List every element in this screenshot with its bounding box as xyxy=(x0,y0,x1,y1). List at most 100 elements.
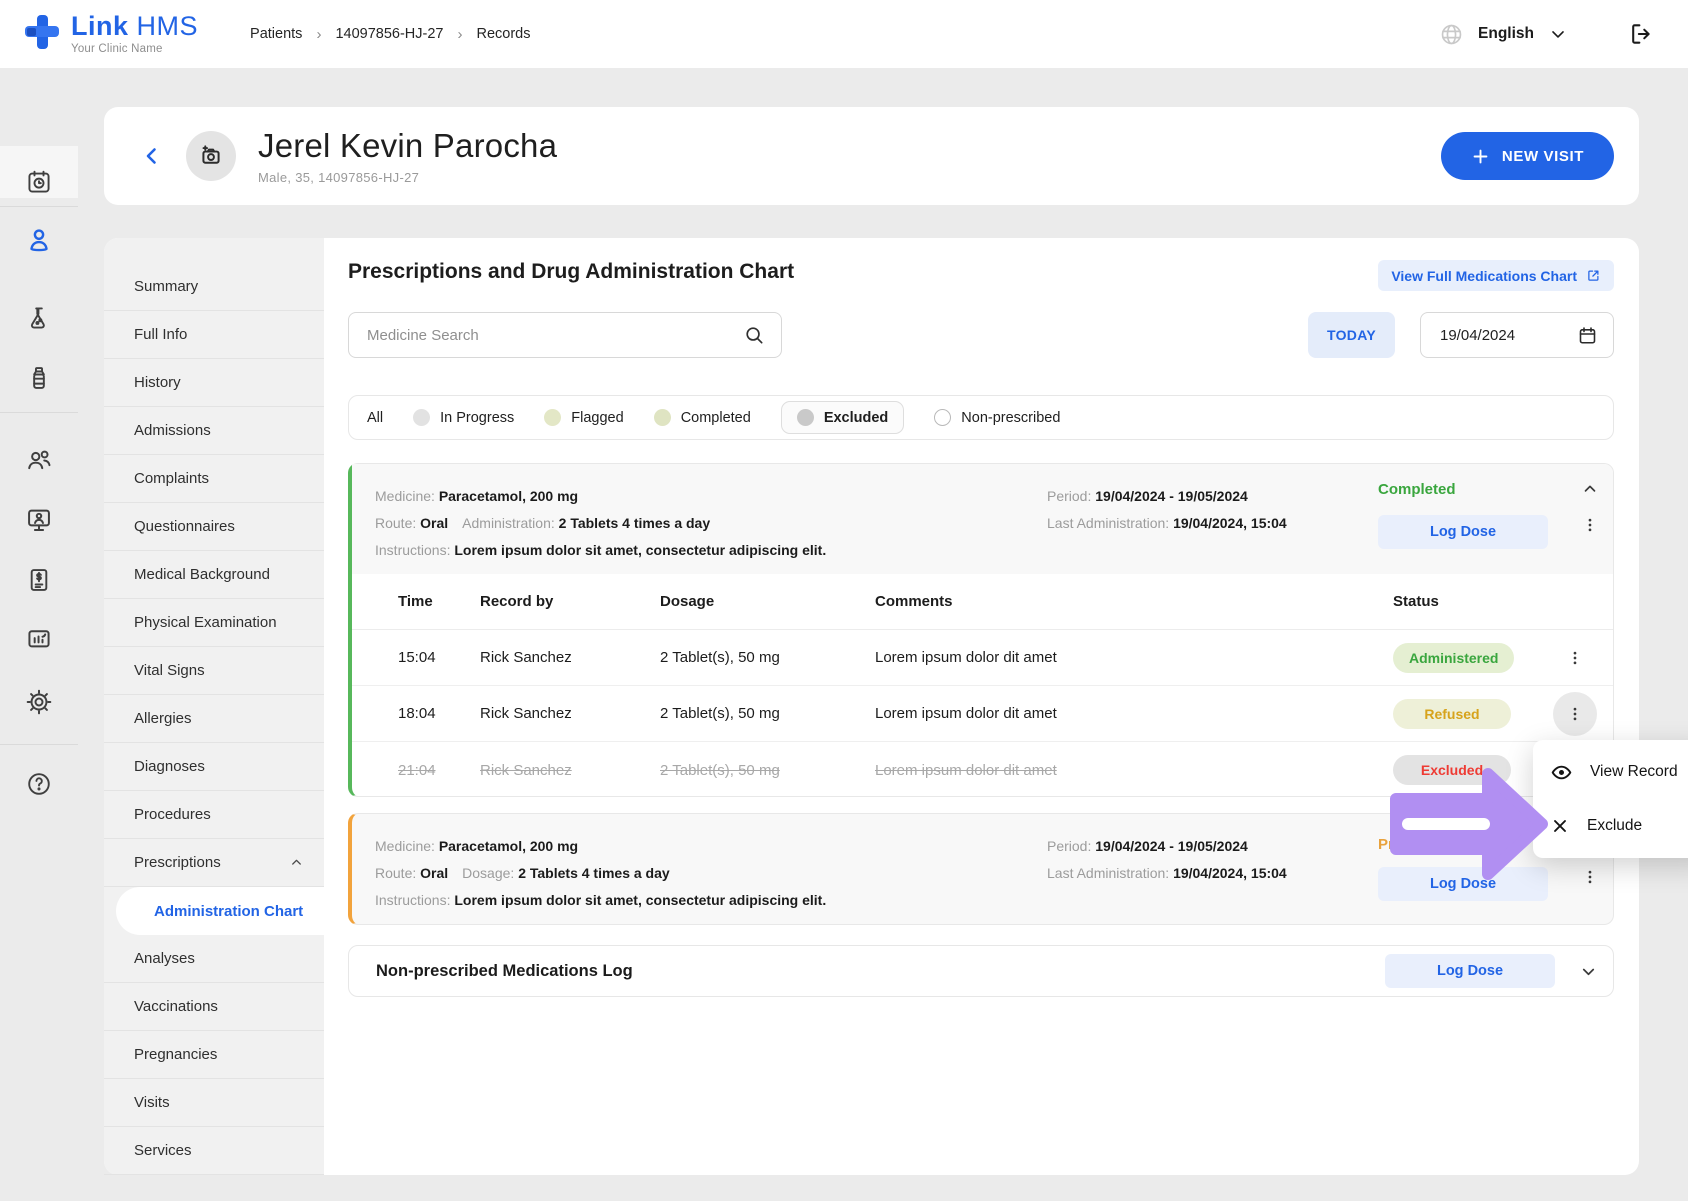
route-administration-line: Route: OralAdministration: 2 Tablets 4 t… xyxy=(375,510,1047,537)
nav-item-full-info[interactable]: Full Info xyxy=(104,311,324,359)
status-filter-bar: All In Progress Flagged Completed Exclud… xyxy=(348,395,1614,440)
nav-item-physical-examination[interactable]: Physical Examination xyxy=(104,599,324,647)
flagged-radio xyxy=(544,409,561,426)
medicine-line: Medicine: Paracetamol, 200 mg xyxy=(375,833,1047,860)
status-badge-administered: Administered xyxy=(1393,643,1514,673)
medicine-search-input[interactable] xyxy=(367,327,743,344)
nav-item-analyses[interactable]: Analyses xyxy=(104,935,324,983)
col-comments: Comments xyxy=(875,593,1393,610)
help-icon[interactable] xyxy=(26,771,53,798)
collapse-card-button[interactable] xyxy=(1573,472,1607,506)
administration-table: Time Record by Dosage Comments Status 15… xyxy=(352,574,1613,798)
close-x-icon xyxy=(1550,816,1570,836)
expand-section-button[interactable] xyxy=(1579,962,1598,981)
search-icon[interactable] xyxy=(743,324,765,346)
patient-name: Jerel Kevin Parocha xyxy=(258,127,557,165)
breadcrumb-separator: › xyxy=(302,26,335,43)
camera-plus-icon xyxy=(197,142,225,170)
nav-item-admissions[interactable]: Admissions xyxy=(104,407,324,455)
chevron-down-icon[interactable] xyxy=(1548,24,1568,44)
table-row-excluded: 21:04 Rick Sanchez 2 Tablet(s), 50 mg Lo… xyxy=(352,742,1613,798)
log-dose-button[interactable]: Log Dose xyxy=(1378,515,1548,549)
status-badge-refused: Refused xyxy=(1393,699,1511,729)
brand-tagline: Your Clinic Name xyxy=(71,44,198,56)
filter-non-prescribed[interactable]: Non-prescribed xyxy=(934,409,1060,426)
settings-gear-icon[interactable] xyxy=(25,688,53,716)
instructions-line: Instructions: Lorem ipsum dolor sit amet… xyxy=(375,537,1047,564)
menu-item-exclude[interactable]: Exclude xyxy=(1533,799,1688,853)
non-prescribed-radio xyxy=(934,409,951,426)
non-prescribed-log-bar: Non-prescribed Medications Log Log Dose xyxy=(348,945,1614,997)
back-button[interactable] xyxy=(140,144,164,168)
nav-item-complaints[interactable]: Complaints xyxy=(104,455,324,503)
patients-person-icon[interactable] xyxy=(25,226,54,255)
app-logo[interactable]: Link HMS Your Clinic Name xyxy=(25,13,198,56)
lab-flask-icon[interactable] xyxy=(26,305,53,332)
kebab-icon xyxy=(1581,868,1599,886)
nav-item-visits[interactable]: Visits xyxy=(104,1079,324,1127)
card-kebab-menu-button[interactable] xyxy=(1573,860,1607,894)
staff-people-icon[interactable] xyxy=(25,446,53,474)
nav-item-services[interactable]: Services xyxy=(104,1127,324,1175)
nav-item-summary[interactable]: Summary xyxy=(104,263,324,311)
view-full-medications-chart-link[interactable]: View Full Medications Chart xyxy=(1378,260,1614,291)
log-dose-button[interactable]: Log Dose xyxy=(1378,867,1548,901)
row-kebab-menu-button-open[interactable] xyxy=(1553,692,1597,736)
col-record-by: Record by xyxy=(480,593,660,610)
patient-meta: Male, 35, 14097856-HJ-27 xyxy=(258,170,557,185)
language-selector[interactable]: English xyxy=(1478,25,1534,43)
nav-item-administration-chart-active[interactable]: Administration Chart xyxy=(116,887,324,935)
nav-item-pregnancies[interactable]: Pregnancies xyxy=(104,1031,324,1079)
breadcrumb-patients[interactable]: Patients xyxy=(250,26,302,42)
medication-card-header: Medicine: Paracetamol, 200 mg Route: Ora… xyxy=(352,464,1613,574)
icon-rail xyxy=(0,68,78,1201)
telehealth-monitor-icon[interactable] xyxy=(25,506,53,534)
table-header-row: Time Record by Dosage Comments Status xyxy=(352,574,1613,630)
nav-item-questionnaires[interactable]: Questionnaires xyxy=(104,503,324,551)
log-dose-button[interactable]: Log Dose xyxy=(1385,954,1555,988)
filter-in-progress[interactable]: In Progress xyxy=(413,409,514,426)
menu-item-view-record[interactable]: View Record xyxy=(1533,745,1688,799)
billing-invoice-icon[interactable] xyxy=(26,567,53,594)
new-visit-button[interactable]: NEW VISIT xyxy=(1441,132,1614,180)
period-line: Period: 19/04/2024 - 19/05/2024 xyxy=(1047,483,1613,510)
patient-avatar-photo-upload[interactable] xyxy=(186,131,236,181)
nav-item-vaccinations[interactable]: Vaccinations xyxy=(104,983,324,1031)
filter-completed[interactable]: Completed xyxy=(654,409,751,426)
in-progress-radio xyxy=(413,409,430,426)
logout-icon[interactable] xyxy=(1628,21,1654,47)
row-kebab-menu-button[interactable] xyxy=(1553,636,1597,680)
nav-item-allergies[interactable]: Allergies xyxy=(104,695,324,743)
filter-all[interactable]: All xyxy=(367,410,383,426)
route-dosage-line: Route: OralDosage: 2 Tablets 4 times a d… xyxy=(375,860,1047,887)
chevron-up-icon xyxy=(289,855,304,870)
brand-name: Link HMS xyxy=(71,11,198,41)
date-value: 19/04/2024 xyxy=(1440,327,1515,344)
nav-item-procedures[interactable]: Procedures xyxy=(104,791,324,839)
records-main-card: Summary Full Info History Admissions Com… xyxy=(104,238,1639,1175)
reports-chart-icon[interactable] xyxy=(25,626,53,654)
card-status-completed: Completed xyxy=(1378,481,1456,498)
nav-item-diagnoses[interactable]: Diagnoses xyxy=(104,743,324,791)
breadcrumb-patient-id[interactable]: 14097856-HJ-27 xyxy=(335,26,443,42)
nav-item-history[interactable]: History xyxy=(104,359,324,407)
nav-item-medical-background[interactable]: Medical Background xyxy=(104,551,324,599)
plus-icon xyxy=(1471,147,1490,166)
date-picker[interactable]: 19/04/2024 xyxy=(1420,312,1614,358)
nav-item-vital-signs[interactable]: Vital Signs xyxy=(104,647,324,695)
nav-item-prescriptions[interactable]: Prescriptions xyxy=(104,839,324,887)
row-context-menu: View Record Exclude xyxy=(1533,740,1688,858)
page-title: Prescriptions and Drug Administration Ch… xyxy=(348,260,794,284)
card-kebab-menu-button[interactable] xyxy=(1573,508,1607,542)
excluded-radio xyxy=(797,409,814,426)
filter-flagged[interactable]: Flagged xyxy=(544,409,623,426)
calendar-icon xyxy=(1577,325,1598,346)
medication-card-prescribed: Medicine: Paracetamol, 200 mg Route: Ora… xyxy=(348,813,1614,925)
pill-bottle-icon[interactable] xyxy=(26,365,53,392)
today-button[interactable]: TODAY xyxy=(1308,312,1395,358)
kebab-icon xyxy=(1581,516,1599,534)
period-line: Period: 19/04/2024 - 19/05/2024 xyxy=(1047,833,1613,860)
medication-card-completed: Medicine: Paracetamol, 200 mg Route: Ora… xyxy=(348,463,1614,797)
appointments-calendar-icon[interactable] xyxy=(26,169,53,196)
filter-excluded-selected[interactable]: Excluded xyxy=(781,401,904,434)
